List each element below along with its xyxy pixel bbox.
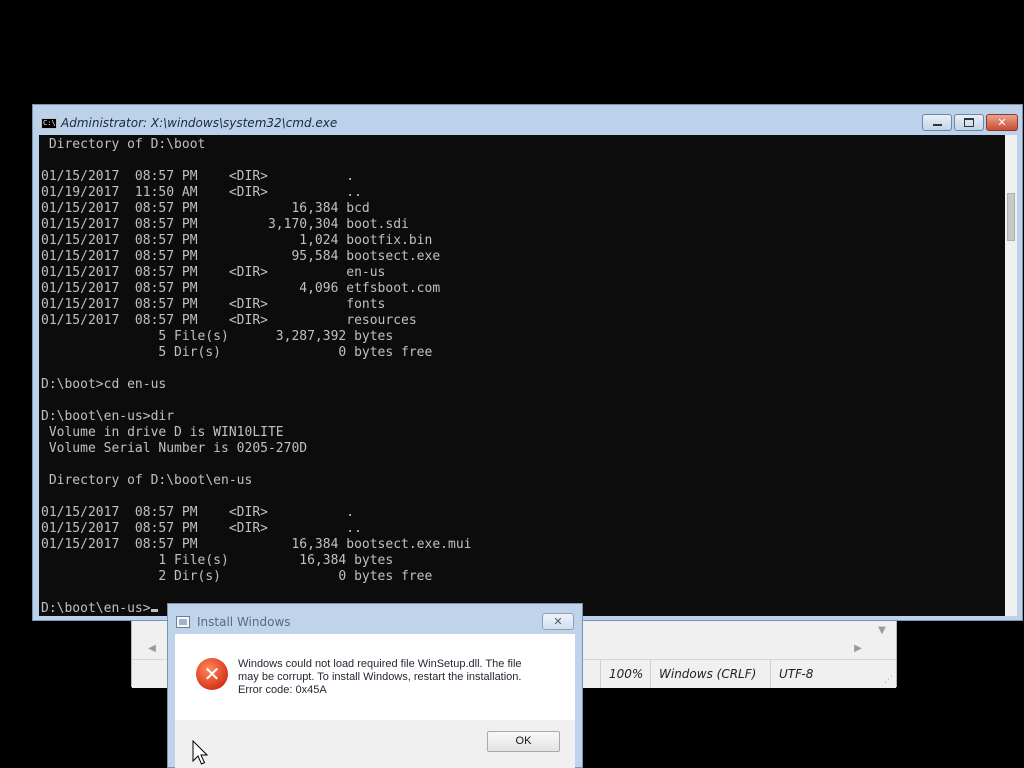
zoom-level: 100% xyxy=(600,660,656,688)
cmd-window: C:\ Administrator: X:\windows\system32\c… xyxy=(32,104,1023,621)
error-code: Error code: 0x45A xyxy=(238,684,327,696)
dialog-close-button[interactable]: ✕ xyxy=(542,613,574,630)
minimize-button[interactable] xyxy=(922,114,952,131)
cmd-app-icon: C:\ xyxy=(41,118,57,129)
scroll-down-arrow-icon[interactable]: ▼ xyxy=(874,623,890,637)
error-message: Windows could not load required file Win… xyxy=(238,658,558,697)
install-windows-dialog: Install Windows ✕ ✕ Windows could not lo… xyxy=(167,603,583,768)
maximize-button[interactable] xyxy=(954,114,984,131)
cmd-title-bar[interactable]: C:\ Administrator: X:\windows\system32\c… xyxy=(33,105,1022,135)
scroll-right-arrow-icon[interactable]: ▶ xyxy=(850,639,866,657)
dialog-footer: OK xyxy=(175,720,575,768)
close-icon: ✕ xyxy=(997,116,1007,129)
close-icon: ✕ xyxy=(553,615,563,628)
mouse-pointer-icon xyxy=(192,740,208,765)
minimize-icon xyxy=(932,124,942,126)
dialog-title-bar[interactable]: Install Windows ✕ xyxy=(168,604,582,634)
installer-icon xyxy=(176,616,190,628)
line-ending: Windows (CRLF) xyxy=(650,660,770,688)
close-button[interactable]: ✕ xyxy=(986,114,1018,131)
ok-button[interactable]: OK xyxy=(487,731,560,752)
error-icon: ✕ xyxy=(196,658,228,690)
resize-grip-icon[interactable]: ⋰ xyxy=(884,675,893,685)
scroll-left-arrow-icon[interactable]: ◀ xyxy=(144,639,160,657)
scrollbar-thumb[interactable] xyxy=(1007,193,1015,241)
dialog-title: Install Windows xyxy=(197,615,291,629)
encoding: UTF-8 xyxy=(770,660,896,688)
text-cursor xyxy=(150,609,158,612)
maximize-icon xyxy=(964,118,974,127)
window-controls: ✕ xyxy=(922,114,1018,133)
cmd-window-title: Administrator: X:\windows\system32\cmd.e… xyxy=(61,116,338,130)
error-message-line: may be corrupt. To install Windows, rest… xyxy=(238,671,522,683)
console-text: Directory of D:\boot 01/15/2017 08:57 PM… xyxy=(41,137,472,616)
console-output[interactable]: Directory of D:\boot 01/15/2017 08:57 PM… xyxy=(39,135,1005,616)
error-message-line: Windows could not load required file Win… xyxy=(238,658,522,670)
console-scrollbar[interactable] xyxy=(1005,135,1017,616)
dialog-body: ✕ Windows could not load required file W… xyxy=(175,634,575,720)
